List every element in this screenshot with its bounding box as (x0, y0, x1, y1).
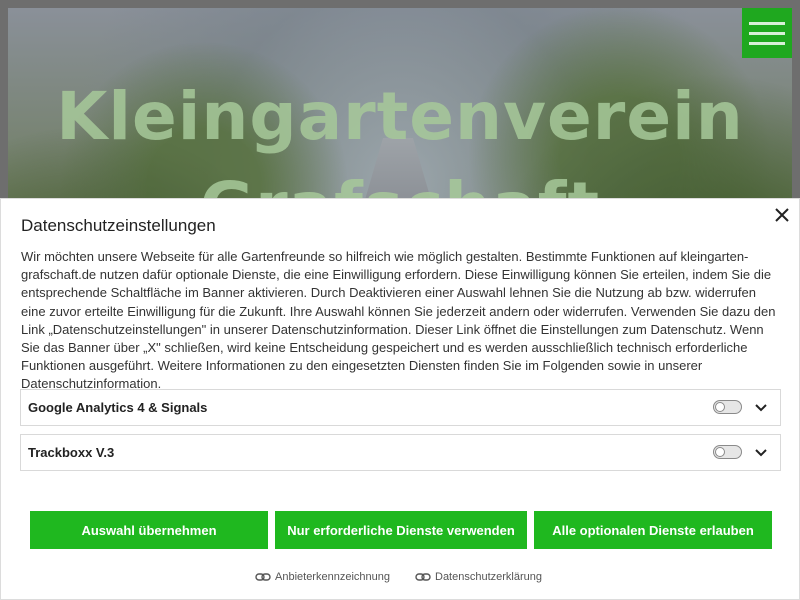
link-icon (255, 573, 271, 581)
imprint-link[interactable]: Anbieterkennzeichnung (255, 571, 390, 583)
allow-all-button[interactable]: Alle optionalen Dienste erlauben (534, 511, 772, 549)
service-row-trackboxx[interactable]: Trackboxx V.3 (20, 434, 781, 471)
service-row-google-analytics[interactable]: Google Analytics 4 & Signals (20, 389, 781, 426)
chevron-down-icon[interactable] (754, 446, 768, 460)
close-icon[interactable] (773, 206, 791, 224)
consent-description: Wir möchten unsere Webseite für alle Gar… (21, 249, 776, 392)
service-toggle[interactable] (713, 445, 742, 459)
only-required-button[interactable]: Nur erforderliche Dienste verwenden (275, 511, 527, 549)
accept-selection-button[interactable]: Auswahl übernehmen (30, 511, 268, 549)
service-name: Trackboxx V.3 (28, 445, 115, 460)
link-icon (415, 573, 431, 581)
hamburger-icon (749, 21, 785, 25)
service-name: Google Analytics 4 & Signals (28, 400, 208, 415)
service-toggle[interactable] (713, 400, 742, 414)
chevron-down-icon[interactable] (754, 401, 768, 415)
privacy-link-label: Datenschutzerklärung (435, 571, 543, 583)
imprint-link-label: Anbieterkennzeichnung (275, 571, 390, 583)
hero-title-line1: Kleingartenverein (56, 78, 744, 155)
menu-button[interactable] (742, 8, 792, 58)
consent-dialog: Datenschutzeinstellungen Wir möchten uns… (0, 198, 800, 600)
privacy-link[interactable]: Datenschutzerklärung (415, 571, 542, 583)
consent-title: Datenschutzeinstellungen (21, 216, 216, 235)
